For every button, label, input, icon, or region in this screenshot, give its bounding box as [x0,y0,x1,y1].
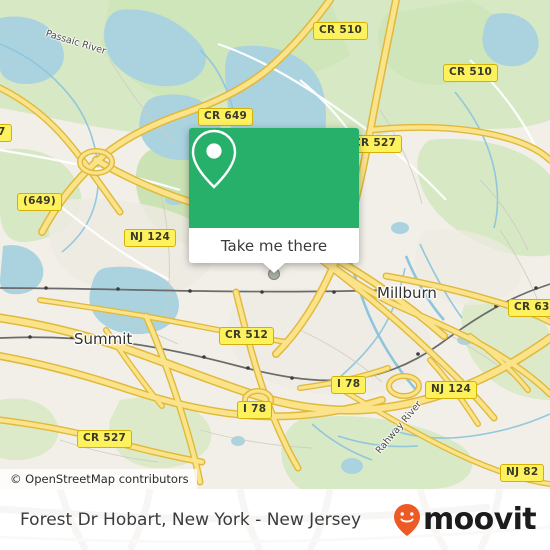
osm-attribution[interactable]: © OpenStreetMap contributors [0,469,197,489]
moovit-wordmark: moovit [422,501,537,537]
place-label: Millburn [377,284,437,302]
take-me-there-label: Take me there [220,236,328,255]
road-shield: CR 512 [219,327,275,345]
moovit-pin-icon [393,503,420,536]
popup-pointer-tail [263,263,285,273]
footer-content: Forest Dr Hobart, New York - New Jersey … [0,489,550,550]
footer-bar: Forest Dr Hobart, New York - New Jersey … [0,489,550,550]
road-shield: I 78 [331,376,367,394]
road-shield: CR 510 [313,22,369,40]
take-me-there-button[interactable]: Take me there [189,228,359,263]
map-canvas[interactable]: CR 510 CR 510 CR 649 CR 527 7 (649) NJ 124 CR 6… [0,0,550,489]
map-pin-icon [191,129,237,189]
moovit-logo[interactable]: moovit [393,501,537,537]
popup-header [189,128,359,228]
road-shield: CR 510 [443,64,499,82]
road-shield: CR 527 [77,430,133,448]
road-shield: I 78 [237,401,273,419]
road-shield: NJ 82 [500,464,545,482]
road-shield: 7 [0,124,12,142]
location-title: Forest Dr Hobart, New York - New Jersey [20,509,362,530]
location-popup-card[interactable]: Take me there [189,128,359,273]
place-label: Summit [74,330,133,348]
road-shield: NJ 124 [425,381,478,399]
road-shield: NJ 124 [124,229,177,247]
map-screenshot: CR 510 CR 510 CR 649 CR 527 7 (649) NJ 124 CR 6… [0,0,550,550]
road-shield: CR 649 [198,108,254,126]
road-shield: (649) [17,193,63,211]
road-shield: CR 630 [508,299,550,317]
